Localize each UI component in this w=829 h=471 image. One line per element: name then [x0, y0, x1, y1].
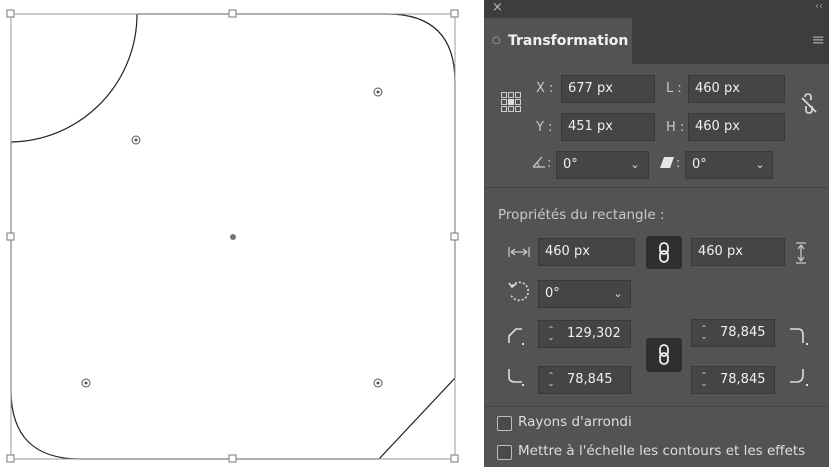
panel-tab-row: ○ Transformation ≡ [484, 18, 829, 64]
corner-widget-top-right[interactable] [373, 87, 383, 97]
handle-bottom-center[interactable] [228, 454, 237, 463]
angle-colon: : [547, 156, 552, 171]
handle-top-right[interactable] [450, 9, 459, 18]
scale-strokes-effects-checkbox[interactable] [497, 445, 512, 460]
center-point [230, 234, 236, 240]
angle-icon [532, 156, 545, 168]
artboard-canvas[interactable] [0, 0, 470, 467]
constrain-proportions-broken-link-icon[interactable] [800, 93, 818, 116]
y-field[interactable]: 451 px [561, 113, 655, 141]
corner-bottom-right-spinner-icon[interactable]: ⌃ ⌄ [695, 367, 713, 393]
reference-point-icon[interactable] [501, 92, 521, 112]
tab-collapse-dot-icon: ○ [492, 35, 501, 46]
tab-transformation[interactable]: ○ Transformation [484, 18, 632, 64]
shear-dropdown-chevron-icon[interactable]: ⌄ [750, 152, 770, 178]
corner-type-top-left-icon[interactable] [508, 328, 526, 346]
rounded-corners-checkbox[interactable] [497, 416, 512, 431]
handle-bottom-left[interactable] [6, 454, 15, 463]
handle-top-center[interactable] [228, 9, 237, 18]
width-field[interactable]: 460 px [688, 75, 785, 103]
corner-widget-top-left[interactable] [131, 135, 141, 145]
handle-top-left[interactable] [6, 9, 15, 18]
angle-dropdown-chevron-icon[interactable]: ⌄ [625, 152, 645, 178]
tab-title: Transformation [508, 33, 629, 49]
corner-top-right-value: 78,845 [720, 325, 766, 340]
rect-width-icon [508, 247, 530, 257]
corner-link-button[interactable] [646, 338, 682, 372]
scale-strokes-effects-label: Mettre à l'échelle les contours et les e… [518, 443, 806, 459]
rotation-value: 0° [545, 286, 560, 301]
corner-bottom-left-spinner-icon[interactable]: ⌃ ⌄ [542, 367, 560, 393]
rotate-icon [508, 281, 530, 302]
corner-bottom-left-value: 78,845 [567, 372, 613, 387]
selected-rectangle-shape[interactable] [0, 0, 470, 467]
x-field[interactable]: 677 px [561, 75, 655, 103]
section-divider-bottom [484, 406, 829, 407]
handle-middle-right[interactable] [450, 232, 459, 241]
corner-chain-link-icon [659, 344, 669, 365]
rounded-corners-label: Rayons d'arrondi [518, 414, 632, 430]
height-field[interactable]: 460 px [688, 113, 785, 141]
angle-value: 0° [563, 157, 578, 172]
transformation-panel: × ‹‹ ○ Transformation ≡ X : 677 px Y : 4… [484, 0, 829, 467]
shear-value: 0° [692, 157, 707, 172]
corner-type-bottom-right-icon[interactable] [789, 368, 809, 386]
panel-menu-icon[interactable]: ≡ [812, 30, 825, 49]
close-icon[interactable]: × [492, 0, 503, 15]
collapse-icon[interactable]: ‹‹ [815, 1, 823, 12]
handle-middle-left[interactable] [6, 232, 15, 241]
x-label: X : [536, 81, 554, 96]
rect-width-field[interactable]: 460 px [538, 238, 635, 266]
panel-titlebar: × ‹‹ [484, 0, 829, 18]
width-label: L : [666, 81, 682, 96]
y-label: Y : [536, 120, 553, 135]
corner-type-bottom-left-icon[interactable] [508, 368, 526, 386]
shear-icon [660, 157, 674, 168]
corner-widget-bottom-right[interactable] [373, 378, 383, 388]
shear-colon: : [676, 156, 681, 171]
corner-bottom-right-value: 78,845 [720, 372, 766, 387]
section-divider [484, 187, 829, 188]
corner-top-left-value: 129,302 [567, 326, 621, 341]
chain-link-icon [659, 242, 669, 263]
corner-top-right-spinner-icon[interactable]: ⌃ ⌄ [695, 320, 713, 346]
rect-size-link-button[interactable] [646, 236, 682, 269]
rectangle-properties-label: Propriétés du rectangle : [498, 207, 665, 223]
corner-top-left-spinner-icon[interactable]: ⌃ ⌄ [542, 321, 560, 347]
corner-arc-top-left [10, 13, 138, 143]
height-label: H : [666, 120, 685, 135]
rect-height-icon [796, 242, 806, 264]
rotation-dropdown-chevron-icon[interactable]: ⌄ [608, 281, 628, 307]
handle-bottom-right[interactable] [450, 454, 459, 463]
corner-type-top-right-icon[interactable] [789, 328, 809, 346]
rect-height-field[interactable]: 460 px [691, 238, 785, 266]
corner-widget-bottom-left[interactable] [81, 378, 91, 388]
